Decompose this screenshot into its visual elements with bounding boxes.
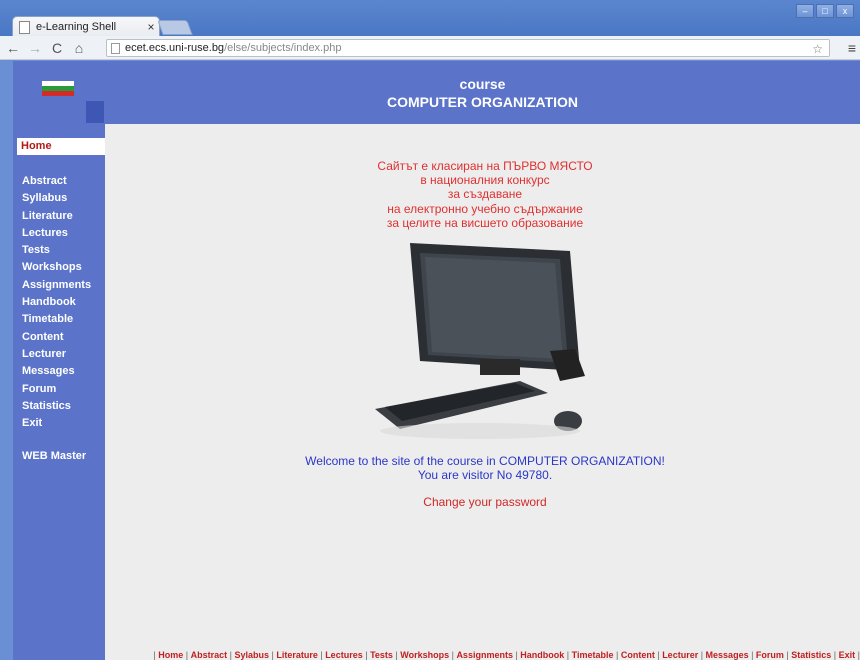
footer-link-abstract[interactable]: Abstract — [191, 650, 228, 660]
announcement-line: Сайтът е класиран на ПЪРВО МЯСТО — [377, 159, 593, 173]
reload-icon[interactable]: C — [48, 40, 66, 56]
address-bar[interactable]: ecet.ecs.uni-ruse.bg /else/subjects/inde… — [106, 39, 830, 57]
header-banner — [105, 61, 860, 124]
minimize-button[interactable]: – — [796, 4, 814, 18]
announcement-line: в националния конкурс — [420, 173, 550, 188]
visitor-count: You are visitor No 49780. — [417, 467, 553, 482]
sidebar-item-statistics[interactable]: Statistics — [22, 398, 91, 415]
menu-icon[interactable]: ≡ — [848, 40, 856, 56]
page-icon — [19, 20, 30, 34]
maximize-button[interactable]: □ — [816, 4, 834, 18]
left-strip — [0, 61, 13, 660]
browser-toolbar: ← → C ⌂ ecet.ecs.uni-ruse.bg /else/subje… — [0, 36, 860, 60]
window-titlebar: e-Learning Shell × – □ x — [0, 0, 860, 37]
bulgarian-flag-icon — [42, 81, 74, 97]
web-page: course COMPUTER ORGANIZATION Home Abstra… — [0, 61, 860, 660]
sidebar-nav: Abstract Syllabus Literature Lectures Te… — [22, 173, 91, 432]
sidebar-item-lectures[interactable]: Lectures — [22, 225, 91, 242]
browser-tab[interactable]: e-Learning Shell × — [12, 16, 160, 37]
footer-link-lectures[interactable]: Lectures — [325, 650, 363, 660]
decorative-square — [86, 101, 104, 123]
footer-link-home[interactable]: Home — [158, 650, 183, 660]
sidebar-item-lecturer[interactable]: Lecturer — [22, 346, 91, 363]
window-controls: – □ x — [796, 4, 854, 18]
course-label: course — [459, 76, 506, 92]
sidebar-item-messages[interactable]: Messages — [22, 363, 91, 380]
sidebar-item-webmaster[interactable]: WEB Master — [22, 450, 86, 462]
footer-link-assignments[interactable]: Assignments — [456, 650, 513, 660]
footer-link-content[interactable]: Content — [621, 650, 655, 660]
footer-link-statistics[interactable]: Statistics — [791, 650, 831, 660]
announcement-line: на електронно учебно съдържание — [387, 201, 583, 216]
computer-illustration — [375, 243, 585, 439]
footer-link-handbook[interactable]: Handbook — [520, 650, 564, 660]
welcome-line: Welcome to the site of the course in COM… — [305, 454, 665, 468]
sidebar-item-abstract[interactable]: Abstract — [22, 173, 91, 190]
footer-link-messages[interactable]: Messages — [706, 650, 749, 660]
sidebar-item-workshops[interactable]: Workshops — [22, 259, 91, 276]
tab-close-icon[interactable]: × — [143, 20, 159, 34]
tab-title: e-Learning Shell — [36, 21, 117, 33]
back-icon[interactable]: ← — [4, 40, 22, 56]
welcome-message: Welcome to the site of the course in COM… — [280, 454, 690, 482]
footer-link-literature[interactable]: Literature — [276, 650, 318, 660]
sidebar-item-tests[interactable]: Tests — [22, 242, 91, 259]
sidebar-item-handbook[interactable]: Handbook — [22, 294, 91, 311]
footer-link-sylabus[interactable]: Sylabus — [234, 650, 269, 660]
footer-link-lecturer[interactable]: Lecturer — [662, 650, 698, 660]
course-title: COMPUTER ORGANIZATION — [386, 94, 579, 110]
url-host: ecet.ecs.uni-ruse.bg — [125, 42, 225, 54]
footer-link-workshops[interactable]: Workshops — [400, 650, 449, 660]
url-path: /else/subjects/index.php — [224, 42, 342, 54]
footer-link-exit[interactable]: Exit — [839, 650, 856, 660]
bookmark-star-icon[interactable]: ☆ — [812, 42, 823, 56]
close-button[interactable]: x — [836, 4, 854, 18]
award-announcement: Сайтът е класиран на ПЪРВО МЯСТО в нацио… — [300, 159, 670, 230]
sidebar-item-content[interactable]: Content — [22, 329, 91, 346]
new-tab-button[interactable] — [157, 20, 193, 35]
forward-icon[interactable]: → — [26, 40, 44, 56]
sidebar-item-exit[interactable]: Exit — [22, 415, 91, 432]
document-icon — [111, 42, 120, 54]
sidebar-item-timetable[interactable]: Timetable — [22, 311, 91, 328]
home-icon[interactable]: ⌂ — [70, 40, 88, 56]
change-password-link[interactable]: Change your password — [280, 495, 690, 509]
sidebar-item-syllabus[interactable]: Syllabus — [22, 190, 91, 207]
sidebar-item-assignments[interactable]: Assignments — [22, 277, 91, 294]
sidebar-item-forum[interactable]: Forum — [22, 381, 91, 398]
sidebar-item-literature[interactable]: Literature — [22, 208, 91, 225]
sidebar-item-home[interactable]: Home — [17, 138, 105, 155]
footer-link-forum[interactable]: Forum — [756, 650, 784, 660]
footer-link-timetable[interactable]: Timetable — [572, 650, 614, 660]
footer-links: | Home | Abstract | Sylabus | Literature… — [153, 650, 860, 660]
announcement-line: за създаване — [447, 187, 523, 202]
announcement-line: за целите на висшето образование — [386, 215, 584, 230]
footer-link-tests[interactable]: Tests — [370, 650, 393, 660]
